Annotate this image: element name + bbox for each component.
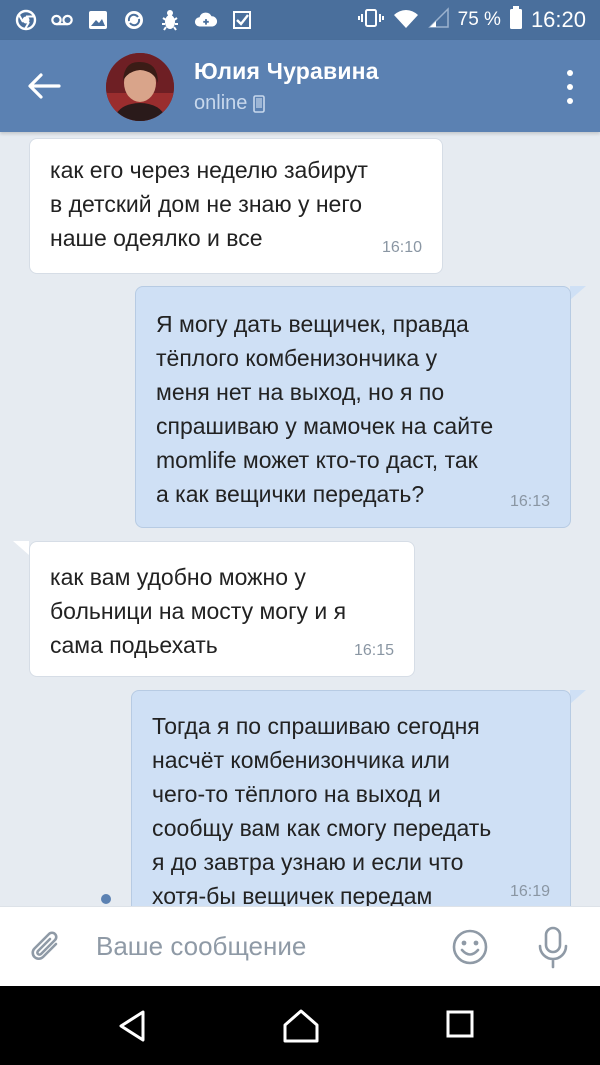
status-text: online [194,92,248,114]
home-icon [283,1009,319,1043]
microphone-icon [538,926,568,969]
bubble-tail [570,690,586,704]
gallery-icon [86,8,110,32]
triangle-back-icon [119,1010,145,1042]
message-outgoing[interactable]: Тогда я по спрашиваю сегодня насчёт комб… [131,690,571,906]
cloud-icon [194,8,218,32]
navigation-bar [0,986,600,1065]
bubble-tail [13,541,29,555]
message-text: Тогда я по спрашиваю сегодня насчёт комб… [152,713,492,906]
vibrate-icon [357,7,384,34]
battery-icon [509,5,523,35]
message-outgoing[interactable]: Я могу дать вещичек, правда тёплого комб… [135,286,571,528]
message-text: как его через неделю забирут в детский д… [50,157,368,251]
message-list[interactable]: как его через неделю забирут в детский д… [0,132,600,906]
message-time: 16:13 [509,493,550,510]
phone-icon [253,94,266,113]
message-incoming[interactable]: как его через неделю забирут в детский д… [29,138,443,274]
sync-icon [122,8,146,32]
more-options-button[interactable] [564,70,576,104]
chrome-icon [14,8,38,32]
contact-avatar[interactable] [106,53,174,121]
unread-indicator [101,894,111,904]
home-nav-button[interactable] [282,1008,319,1044]
contact-status: online [194,92,266,115]
voicemail-icon [50,8,74,32]
dot-icon [567,70,573,76]
smiley-icon [452,929,488,965]
square-icon [446,1010,474,1038]
paperclip-icon [31,931,58,960]
message-composer: Ваше сообщение [0,906,600,986]
status-bar: 75 % 16:20 [0,0,600,40]
message-text: как вам удобно можно у больници на мосту… [50,564,347,658]
back-nav-button[interactable] [115,1008,151,1044]
wifi-icon [392,7,420,34]
bug-icon [158,8,182,32]
message-time: 16:19 [509,883,550,900]
contact-name[interactable]: Юлия Чуравина [194,58,379,85]
back-button[interactable] [24,68,64,104]
system-indicators: 75 % 16:20 [357,5,586,35]
message-incoming[interactable]: как вам удобно можно у больници на мосту… [29,541,415,677]
message-time: 16:10 [381,239,422,256]
message-text: Я могу дать вещичек, правда тёплого комб… [156,311,494,507]
dot-icon [567,98,573,104]
message-time: 16:15 [353,642,394,659]
recents-nav-button[interactable] [444,1008,480,1044]
attach-button[interactable] [28,929,66,967]
notification-icons [14,8,254,32]
checkmark-icon [230,8,254,32]
signal-icon [427,6,450,34]
clock: 16:20 [530,7,586,32]
battery-percent: 75 % [457,9,501,30]
bubble-tail [570,286,586,300]
arrow-left-icon [28,73,61,99]
voice-message-button[interactable] [536,925,570,971]
dot-icon [567,84,573,90]
emoji-button[interactable] [450,927,490,967]
message-input[interactable]: Ваше сообщение [96,931,306,962]
chat-header: Юлия Чуравина online [0,40,600,132]
